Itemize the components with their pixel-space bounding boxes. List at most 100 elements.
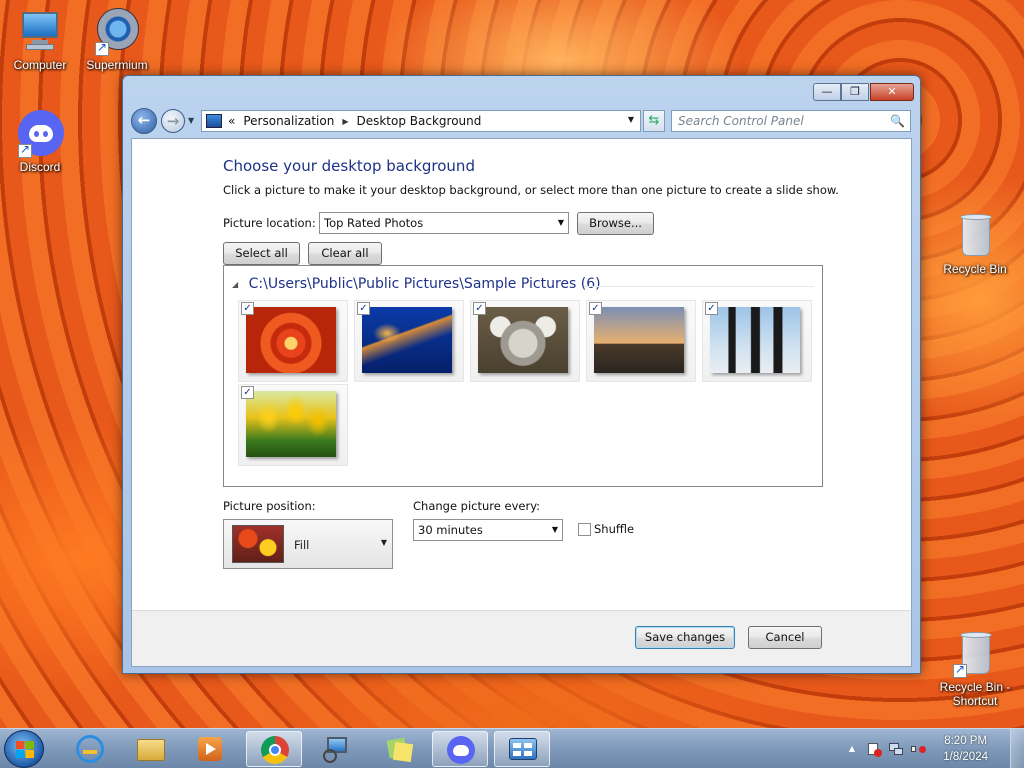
thumbnail-jellyfish[interactable]: ✓ xyxy=(354,300,464,382)
taskbar-internet-explorer[interactable] xyxy=(62,731,118,767)
taskbar-discord[interactable] xyxy=(432,731,488,767)
desktop-icon-recycle-bin-shortcut[interactable]: Recycle Bin - Shortcut xyxy=(935,630,1015,708)
recycle-bin-icon xyxy=(951,630,999,678)
thumbnail-chrysanthemum[interactable]: ✓ xyxy=(238,300,348,382)
group-divider xyxy=(584,286,814,287)
koala-image xyxy=(478,307,568,373)
discord-icon xyxy=(447,736,475,764)
jellyfish-image xyxy=(362,307,452,373)
change-picture-every-select[interactable]: 30 minutes ▼ xyxy=(413,519,563,541)
picture-location-value: Top Rated Photos xyxy=(324,216,424,230)
desktop-icon-discord[interactable]: Discord xyxy=(0,110,80,174)
taskbar-media-player[interactable] xyxy=(184,731,240,767)
taskbar-file-explorer[interactable] xyxy=(123,731,179,767)
breadcrumb-separator-icon[interactable]: ▶ xyxy=(342,117,348,126)
refresh-icon: ⇆ xyxy=(648,113,660,128)
desktop-icon-label: Recycle Bin - Shortcut xyxy=(939,680,1011,708)
discord-icon xyxy=(16,110,64,158)
page-subtitle: Click a picture to make it your desktop … xyxy=(223,183,839,197)
thumbnail-checkbox[interactable]: ✓ xyxy=(473,302,486,315)
windows-logo-icon xyxy=(16,741,34,758)
navigation-bar: ← → ▼ « Personalization ▶ Desktop Backgr… xyxy=(131,108,912,134)
cancel-button[interactable]: Cancel xyxy=(748,626,822,649)
system-tray: ▲ 8:20 PM 1/8/2024 xyxy=(834,729,1024,768)
collapse-triangle-icon[interactable]: ◢ xyxy=(232,280,238,289)
thumbnail-checkbox[interactable]: ✓ xyxy=(241,386,254,399)
volume-muted-icon[interactable] xyxy=(910,741,926,757)
search-placeholder: Search Control Panel xyxy=(678,114,804,128)
select-all-button[interactable]: Select all xyxy=(223,242,300,265)
picture-position-value: Fill xyxy=(294,538,310,552)
back-button[interactable]: ← xyxy=(131,108,157,134)
search-input[interactable]: Search Control Panel 🔍 xyxy=(671,110,911,132)
forward-button[interactable]: → xyxy=(161,109,185,133)
browse-button[interactable]: Browse... xyxy=(577,212,654,235)
breadcrumb-desktop-background[interactable]: Desktop Background xyxy=(356,114,481,128)
thumbnail-checkbox[interactable]: ✓ xyxy=(705,302,718,315)
desktop-icon-recycle-bin[interactable]: Recycle Bin xyxy=(935,212,1015,276)
restore-button[interactable]: ❐ xyxy=(841,83,869,101)
breadcrumb-personalization[interactable]: Personalization xyxy=(243,114,334,128)
picture-location-select[interactable]: Top Rated Photos ▼ xyxy=(319,212,569,234)
start-button[interactable] xyxy=(4,730,44,768)
minimize-button[interactable]: — xyxy=(813,83,841,101)
desktop-icon-label: Recycle Bin xyxy=(943,262,1007,276)
shortcut-arrow-icon xyxy=(953,662,967,678)
chevron-down-icon: ▼ xyxy=(380,538,387,547)
network-icon[interactable] xyxy=(888,741,904,757)
picture-group-header[interactable]: ◢ C:\Users\Public\Public Pictures\Sample… xyxy=(232,276,601,292)
folder-icon xyxy=(137,739,165,761)
chrome-icon xyxy=(261,736,289,764)
taskbar-control-panel[interactable] xyxy=(494,731,550,767)
shuffle-label[interactable]: Shuffle xyxy=(594,522,634,536)
picture-group-title: C:\Users\Public\Public Pictures\Sample P… xyxy=(248,276,601,292)
clear-all-button[interactable]: Clear all xyxy=(308,242,382,265)
save-changes-button[interactable]: Save changes xyxy=(635,626,735,649)
breadcrumb-overflow[interactable]: « xyxy=(228,114,235,128)
action-center-icon[interactable] xyxy=(866,741,882,757)
search-icon[interactable]: 🔍 xyxy=(890,111,905,131)
thumbnail-koala[interactable]: ✓ xyxy=(470,300,580,382)
show-hidden-icons-button[interactable]: ▲ xyxy=(844,741,860,757)
thumbnail-checkbox[interactable]: ✓ xyxy=(241,302,254,315)
taskbar-chrome[interactable] xyxy=(246,731,302,767)
desktop-icon-supermium[interactable]: Supermium xyxy=(77,8,157,72)
address-bar[interactable]: « Personalization ▶ Desktop Background ▼ xyxy=(201,110,641,132)
thumbnail-lighthouse[interactable]: ✓ xyxy=(586,300,696,382)
taskbar-network-computer[interactable] xyxy=(309,731,365,767)
chevron-down-icon: ▼ xyxy=(557,218,564,227)
penguins-image xyxy=(710,307,800,373)
refresh-button[interactable]: ⇆ xyxy=(643,110,665,132)
supermium-icon xyxy=(93,8,141,56)
show-desktop-button[interactable] xyxy=(1010,729,1024,768)
dialog-footer: Save changes Cancel xyxy=(132,610,911,666)
thumbnail-penguins[interactable]: ✓ xyxy=(702,300,812,382)
chrysanthemum-image xyxy=(246,307,336,373)
shuffle-checkbox[interactable] xyxy=(578,523,591,536)
control-panel-icon xyxy=(509,738,537,760)
shortcut-arrow-icon xyxy=(95,40,109,56)
thumbnail-tulips[interactable]: ✓ xyxy=(238,384,348,466)
close-button[interactable]: ✕ xyxy=(870,83,914,101)
recent-pages-dropdown[interactable]: ▼ xyxy=(188,116,194,125)
taskbar: ▲ 8:20 PM 1/8/2024 xyxy=(0,728,1024,768)
forward-arrow-icon: → xyxy=(166,112,180,130)
desktop-icon-computer[interactable]: Computer xyxy=(0,8,80,72)
picture-location-label: Picture location: xyxy=(223,216,316,230)
system-clock[interactable]: 8:20 PM 1/8/2024 xyxy=(943,733,988,765)
page-title: Choose your desktop background xyxy=(223,157,475,175)
shortcut-arrow-icon xyxy=(18,142,32,158)
back-arrow-icon: ← xyxy=(137,111,151,129)
desktop-icon-label: Supermium xyxy=(86,58,148,72)
address-dropdown-icon[interactable]: ▼ xyxy=(628,115,634,124)
thumbnail-checkbox[interactable]: ✓ xyxy=(357,302,370,315)
tulips-image xyxy=(246,391,336,457)
media-player-icon xyxy=(198,737,222,761)
taskbar-sticky-notes[interactable] xyxy=(371,731,427,767)
thumbnail-checkbox[interactable]: ✓ xyxy=(589,302,602,315)
change-picture-every-label: Change picture every: xyxy=(413,499,541,513)
picture-position-select[interactable]: Fill ▼ xyxy=(223,519,393,569)
picture-position-label: Picture position: xyxy=(223,499,316,513)
desktop-background-window: — ❐ ✕ ← → ▼ « Personalization ▶ Desktop … xyxy=(122,75,921,674)
desktop-icon-label: Computer xyxy=(13,58,67,72)
